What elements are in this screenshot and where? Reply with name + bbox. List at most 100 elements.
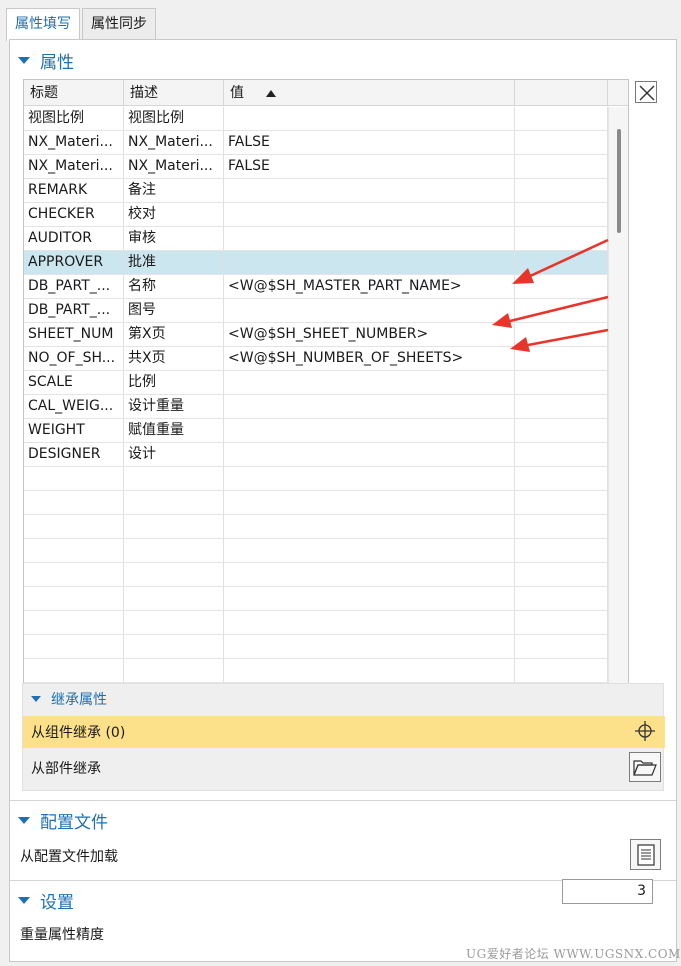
cell-value[interactable]: FALSE	[224, 155, 515, 178]
cell-title[interactable]: CAL_WEIG...	[24, 395, 124, 418]
table-row[interactable]: NX_Materi... NX_Materi... FALSE	[24, 155, 608, 179]
cell-extra[interactable]	[515, 347, 608, 370]
cell-value[interactable]: FALSE	[224, 131, 515, 154]
cell-description[interactable]: 名称	[124, 275, 224, 298]
cell-extra[interactable]	[515, 539, 608, 562]
section-inherit-header[interactable]: 继承属性	[31, 689, 107, 709]
cell-description[interactable]: 校对	[124, 203, 224, 226]
open-part-button[interactable]	[629, 752, 661, 782]
cell-value[interactable]	[224, 395, 515, 418]
cell-title[interactable]: NX_Materi...	[24, 131, 124, 154]
cell-title[interactable]: REMARK	[24, 179, 124, 202]
table-row[interactable]: APPROVER 批准	[24, 251, 608, 275]
cell-value[interactable]	[224, 659, 515, 682]
cell-title[interactable]: SHEET_NUM	[24, 323, 124, 346]
section-settings-header[interactable]: 设置	[18, 888, 74, 913]
cell-title[interactable]: SCALE	[24, 371, 124, 394]
cell-extra[interactable]	[515, 299, 608, 322]
cell-value[interactable]	[224, 539, 515, 562]
cell-extra[interactable]	[515, 179, 608, 202]
cell-extra[interactable]	[515, 203, 608, 226]
cell-description[interactable]: 批准	[124, 251, 224, 274]
weight-precision-input[interactable]: 3	[562, 879, 653, 904]
table-row[interactable]: NO_OF_SH... 共X页 <W@$SH_NUMBER_OF_SHEETS>	[24, 347, 608, 371]
tab-attribute-fill[interactable]: 属性填写	[6, 8, 80, 41]
cell-description[interactable]	[124, 587, 224, 610]
cell-title[interactable]: DB_PART_...	[24, 275, 124, 298]
cell-value[interactable]	[224, 635, 515, 658]
table-row[interactable]: DESIGNER 设计	[24, 443, 608, 467]
cell-extra[interactable]	[515, 227, 608, 250]
cell-title[interactable]	[24, 611, 124, 634]
cell-value[interactable]	[224, 491, 515, 514]
cell-extra[interactable]	[515, 107, 608, 130]
column-header-description[interactable]: 描述	[124, 80, 224, 106]
cell-extra[interactable]	[515, 419, 608, 442]
column-header-title[interactable]: 标题	[24, 80, 124, 106]
cell-description[interactable]: 图号	[124, 299, 224, 322]
cell-description[interactable]: NX_Materi...	[124, 155, 224, 178]
cell-value[interactable]	[224, 107, 515, 130]
section-attributes-header[interactable]: 属性	[18, 48, 74, 73]
section-config-header[interactable]: 配置文件	[18, 808, 108, 833]
cell-extra[interactable]	[515, 275, 608, 298]
close-button[interactable]	[635, 81, 657, 103]
cell-description[interactable]: 比例	[124, 371, 224, 394]
cell-description[interactable]: NX_Materi...	[124, 131, 224, 154]
cell-description[interactable]	[124, 515, 224, 538]
cell-extra[interactable]	[515, 251, 608, 274]
cell-description[interactable]	[124, 659, 224, 682]
cell-description[interactable]	[124, 539, 224, 562]
cell-description[interactable]: 第X页	[124, 323, 224, 346]
cell-value[interactable]	[224, 587, 515, 610]
cell-description[interactable]: 视图比例	[124, 107, 224, 130]
cell-extra[interactable]	[515, 443, 608, 466]
cell-title[interactable]	[24, 635, 124, 658]
table-row[interactable]: WEIGHT 赋值重量	[24, 419, 608, 443]
cell-description[interactable]	[124, 467, 224, 490]
cell-extra[interactable]	[515, 155, 608, 178]
table-row[interactable]: AUDITOR 审核	[24, 227, 608, 251]
scrollbar-thumb[interactable]	[617, 129, 621, 233]
cell-extra[interactable]	[515, 587, 608, 610]
table-row[interactable]: CHECKER 校对	[24, 203, 608, 227]
cell-value[interactable]	[224, 467, 515, 490]
cell-extra[interactable]	[515, 467, 608, 490]
cell-extra[interactable]	[515, 659, 608, 682]
table-row[interactable]	[24, 539, 608, 563]
cell-value[interactable]	[224, 563, 515, 586]
cell-title[interactable]	[24, 659, 124, 682]
cell-title[interactable]: AUDITOR	[24, 227, 124, 250]
cell-value[interactable]	[224, 515, 515, 538]
table-row[interactable]: SHEET_NUM 第X页 <W@$SH_SHEET_NUMBER>	[24, 323, 608, 347]
cell-value[interactable]	[224, 227, 515, 250]
cell-extra[interactable]	[515, 371, 608, 394]
cell-extra[interactable]	[515, 323, 608, 346]
cell-value[interactable]: <W@$SH_MASTER_PART_NAME>	[224, 275, 515, 298]
table-row[interactable]: NX_Materi... NX_Materi... FALSE	[24, 131, 608, 155]
cell-extra[interactable]	[515, 491, 608, 514]
inherit-from-component-row[interactable]: 从组件继承 (0)	[23, 716, 665, 748]
cell-description[interactable]: 备注	[124, 179, 224, 202]
cell-description[interactable]	[124, 635, 224, 658]
cell-value[interactable]	[224, 203, 515, 226]
cell-description[interactable]	[124, 611, 224, 634]
cell-value[interactable]: <W@$SH_SHEET_NUMBER>	[224, 323, 515, 346]
cell-title[interactable]	[24, 467, 124, 490]
cell-description[interactable]: 设计	[124, 443, 224, 466]
table-row[interactable]	[24, 635, 608, 659]
cell-value[interactable]	[224, 299, 515, 322]
cell-extra[interactable]	[515, 563, 608, 586]
cell-value[interactable]	[224, 371, 515, 394]
cell-value[interactable]	[224, 179, 515, 202]
table-row[interactable]	[24, 515, 608, 539]
cell-title[interactable]	[24, 491, 124, 514]
cell-description[interactable]	[124, 491, 224, 514]
table-row[interactable]: 视图比例 视图比例	[24, 107, 608, 131]
cell-description[interactable]: 共X页	[124, 347, 224, 370]
table-row[interactable]: DB_PART_... 图号	[24, 299, 608, 323]
table-row[interactable]: REMARK 备注	[24, 179, 608, 203]
cell-description[interactable]: 审核	[124, 227, 224, 250]
load-config-button[interactable]	[630, 839, 661, 870]
cell-title[interactable]: CHECKER	[24, 203, 124, 226]
